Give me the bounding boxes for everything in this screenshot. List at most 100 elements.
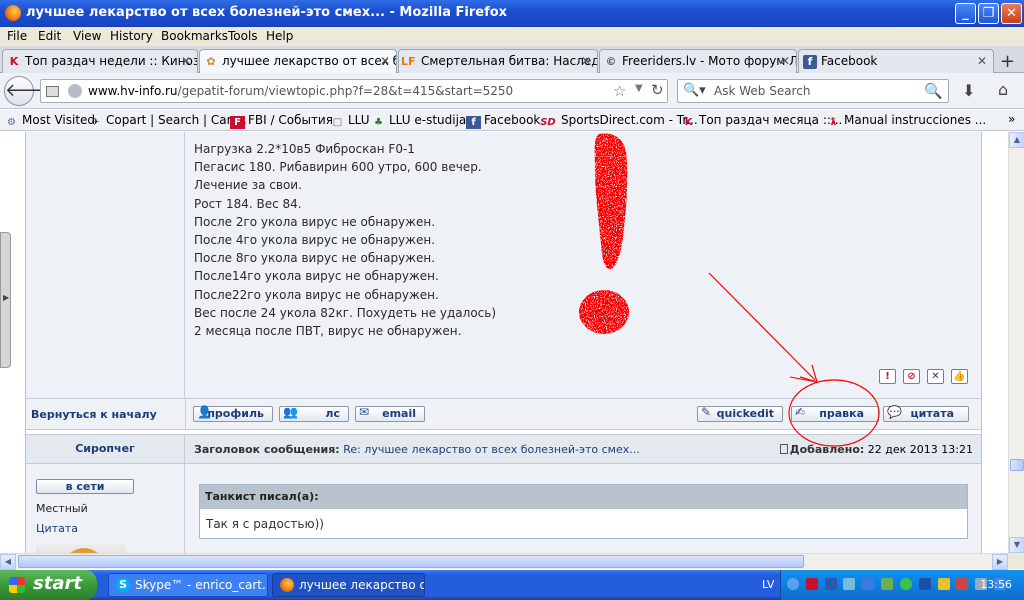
menu-help[interactable]: Help (266, 29, 293, 43)
bookmark-top-month[interactable]: K Топ раздач месяца ::... (681, 113, 843, 129)
post-author-column (26, 132, 185, 398)
bookmark-fbi[interactable]: F FBI / События (230, 113, 333, 129)
tray-bluetooth-icon[interactable] (918, 578, 931, 590)
search-engine-icon[interactable]: 🔍▾ (683, 83, 706, 98)
tray-wifi-icon[interactable] (843, 578, 856, 590)
url-bar[interactable]: www.hv-info.ru/gepatit-forum/viewtopic.p… (40, 79, 668, 103)
scroll-thumb[interactable] (18, 555, 804, 568)
bookmark-copart[interactable]: ✈ Copart | Search | Car ... (88, 113, 247, 129)
thumbs-up-icon[interactable]: 👍 (951, 369, 968, 384)
tray-expand-icon[interactable] (787, 578, 799, 590)
tab-label: Топ раздач недели :: Кинозал... (25, 54, 198, 68)
post-subject-link[interactable]: Re: лучшее лекарство от всех болезней-эт… (343, 443, 640, 456)
page-grid-icon[interactable] (46, 86, 59, 97)
scroll-up-icon[interactable]: ▲ (1009, 132, 1024, 148)
post-subject: Заголовок сообщения: Re: лучшее лекарств… (194, 443, 640, 456)
minimize-button[interactable]: _ (955, 3, 976, 24)
tab-close-icon[interactable]: ✕ (581, 54, 591, 68)
maximize-button[interactable]: ❐ (978, 3, 999, 24)
tab-facebook[interactable]: f Facebook ✕ (798, 49, 994, 73)
home-icon[interactable]: ⌂ (998, 80, 1008, 99)
tab-close-icon[interactable]: ✕ (181, 54, 191, 68)
pencil-icon: ✍ (795, 405, 806, 419)
back-to-top-link[interactable]: Вернуться к началу (31, 408, 157, 421)
quote-link[interactable]: Цитата (36, 522, 78, 535)
sidebar-grip[interactable]: ▶ (0, 232, 11, 368)
menu-bookmarks[interactable]: Bookmarks (161, 29, 228, 43)
tray-display-icon[interactable] (862, 578, 875, 590)
task-firefox[interactable]: лучшее лекарство о... (272, 573, 425, 597)
quote-button[interactable]: 💬 цитата (883, 405, 969, 422)
warn-icon[interactable]: ⊘ (903, 369, 920, 384)
url-dropdown-icon[interactable]: ▼ (635, 83, 643, 94)
facebook-icon: f (803, 55, 817, 69)
task-skype[interactable]: S Skype™ - enrico_cart... (108, 573, 268, 597)
bookmark-llu-estudijas[interactable]: ♣ LLU e-studijas (371, 113, 473, 129)
delete-icon[interactable]: ✕ (927, 369, 944, 384)
tray-antivirus-icon[interactable] (956, 578, 969, 590)
new-tab-button[interactable]: + (1000, 51, 1015, 72)
reload-icon[interactable]: ↻ (651, 81, 664, 99)
bookmark-llu[interactable]: □ LLU (330, 113, 370, 129)
exclamation-mark-drawing (579, 133, 629, 334)
post-text-line: После14го укола вирус не обнаружен. (194, 269, 439, 284)
tab-close-icon[interactable]: ✕ (780, 54, 790, 68)
post-text-line: После22го укола вирус не обнаружен. (194, 287, 439, 302)
download-icon[interactable]: ⬇ (962, 81, 975, 100)
scroll-left-icon[interactable]: ◀ (0, 554, 16, 570)
back-button[interactable]: 🡐 (4, 76, 53, 106)
tab-close-icon[interactable]: ✕ (977, 54, 987, 68)
tray-pdf-icon[interactable] (805, 578, 818, 590)
tab-close-icon[interactable]: ✕ (380, 54, 390, 68)
post-text-line: Лечение за свои. (194, 178, 302, 193)
tab-bar: K Топ раздач недели :: Кинозал... ✕ ✿ лу… (0, 46, 1024, 74)
bookmark-most-visited[interactable]: ⚙ Most Visited (4, 113, 95, 129)
menu-file[interactable]: File (7, 29, 27, 43)
close-window-button[interactable]: ✕ (1001, 3, 1022, 24)
kinozal-icon: K (9, 55, 19, 68)
document-icon[interactable] (779, 444, 788, 454)
scroll-right-icon[interactable]: ▶ (992, 554, 1008, 570)
url-text[interactable]: www.hv-info.ru/gepatit-forum/viewtopic.p… (88, 84, 513, 98)
menu-view[interactable]: View (73, 29, 101, 43)
horizontal-scrollbar[interactable]: ◀ ▶ (0, 553, 1008, 570)
tab-kinozal[interactable]: K Топ раздач недели :: Кинозал... ✕ (2, 49, 198, 73)
tray-green-icon[interactable] (899, 578, 912, 590)
tab-freeriders[interactable]: © Freeriders.lv - Мото форум Л... ✕ (599, 49, 797, 73)
quickedit-button[interactable]: ✎ quickedit (697, 405, 783, 422)
arrow-right-icon: ▶ (3, 293, 10, 302)
scroll-thumb[interactable] (1010, 459, 1024, 471)
scroll-down-icon[interactable]: ▼ (1009, 537, 1024, 553)
search-go-icon[interactable]: 🔍 (924, 82, 943, 100)
start-button[interactable]: start (0, 570, 97, 600)
bookmark-facebook[interactable]: f Facebook (466, 113, 540, 129)
menu-tools[interactable]: Tools (228, 29, 258, 43)
edit-button[interactable]: ✍ правка (791, 405, 879, 422)
sportsdirect-icon: SD (540, 117, 556, 128)
post-author-name[interactable]: Сиропчег (26, 435, 185, 465)
report-icon[interactable]: ! (879, 369, 896, 384)
tab-hv-info[interactable]: ✿ лучшее лекарство от всех бол... ✕ (199, 49, 397, 74)
tab-mortal-kombat[interactable]: LF Смертельная битва: Наследие... ✕ (398, 49, 598, 73)
profile-button[interactable]: 👤 профиль (193, 405, 273, 422)
language-indicator[interactable]: LV (762, 578, 774, 591)
bookmark-sportsdirect[interactable]: SD SportsDirect.com - Tr... (538, 113, 697, 129)
lf-icon: LF (401, 55, 416, 68)
clock[interactable]: 13:56 (980, 578, 1012, 591)
menu-history[interactable]: History (110, 29, 153, 43)
vertical-scrollbar[interactable]: ▲ ▼ (1008, 132, 1024, 553)
bookmarks-more-button[interactable]: » (1008, 112, 1015, 126)
tray-warning-icon[interactable] (937, 578, 950, 590)
post-header: Сиропчег Заголовок сообщения: Re: лучшее… (26, 434, 981, 465)
pm-button[interactable]: 👥 лс (279, 405, 349, 422)
quickedit-icon: ✎ (701, 405, 712, 419)
search-box[interactable]: 🔍▾ Ask Web Search 🔍 (677, 79, 949, 103)
user-rank: Местный (36, 502, 88, 515)
email-button[interactable]: ✉ email (355, 405, 425, 422)
skype-icon: S (116, 578, 130, 592)
tray-monitor-icon[interactable] (881, 578, 894, 590)
menu-edit[interactable]: Edit (38, 29, 61, 43)
bookmark-star-icon[interactable]: ☆ (613, 82, 626, 100)
bookmark-manual[interactable]: ƛ Manual instrucciones ... (826, 113, 987, 129)
tray-network-icon[interactable] (824, 578, 837, 590)
